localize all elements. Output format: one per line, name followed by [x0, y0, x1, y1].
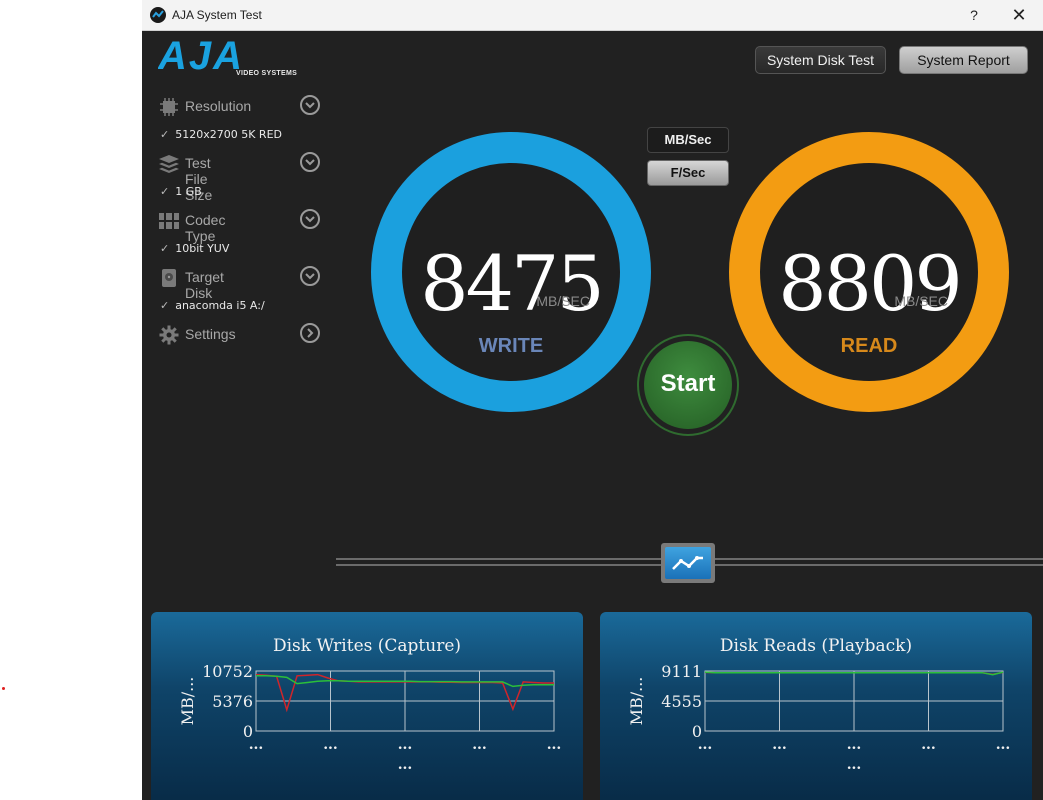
x-tick-label: ... [921, 737, 936, 753]
line-graph-icon [665, 547, 711, 579]
chip-icon [158, 97, 180, 117]
gear-icon [158, 325, 180, 345]
target-disk-value-text: anacomda i5 A:/ [175, 299, 265, 312]
f-sec-button[interactable]: F/Sec [647, 160, 729, 186]
chevron-down-icon[interactable] [300, 266, 320, 286]
resolution-value-text: 5120x2700 5K RED [175, 128, 282, 141]
y-axis-label: MB/... [627, 677, 646, 726]
window-title: AJA System Test [172, 8, 262, 22]
y-axis-label: MB/... [178, 677, 197, 726]
chevron-down-icon[interactable] [300, 152, 320, 172]
read-gauge: 8809 MB/SEC READ [729, 132, 1009, 412]
read-label: READ [840, 335, 898, 357]
stack-icon [158, 154, 180, 174]
write-label: WRITE [478, 335, 544, 357]
x-tick-label: ... [323, 737, 338, 753]
app-window: AJA System Test ? ✕ AJA VIDEO SYSTEMS Sy… [142, 0, 1043, 800]
stray-dot [2, 687, 5, 690]
mb-sec-button[interactable]: MB/Sec [647, 127, 729, 153]
y-tick-label: 9111 [661, 662, 702, 681]
test-file-size-value-text: 1 GB [175, 185, 202, 198]
read-value: 8809 [778, 239, 962, 328]
check-icon: ✓ [160, 242, 170, 255]
disk-writes-chart: 1075253760MB/..................... [178, 662, 562, 773]
y-tick-label: 4555 [661, 692, 702, 711]
check-icon: ✓ [160, 299, 170, 312]
y-tick-label: 5376 [212, 692, 253, 711]
system-report-button[interactable]: System Report [899, 46, 1028, 74]
x-tick-label: ... [249, 737, 264, 753]
x-tick-label: ... [847, 757, 862, 773]
x-tick-label: ... [398, 737, 413, 753]
aja-app-icon [150, 7, 166, 23]
disk-writes-panel: Disk Writes (Capture) 10752 5376 0 MB/.....… [151, 612, 583, 800]
menu-label-codec-type: Codec Type [185, 212, 226, 244]
drive-icon [158, 268, 180, 288]
menu-label-target-disk: Target Disk [185, 269, 224, 301]
codec-type-value-text: 10bit YUV [175, 242, 230, 255]
title-bar: AJA System Test ? ✕ [142, 0, 1043, 31]
disk-reads-panel: Disk Reads (Playback) 9111 4555 0 MB/......… [600, 612, 1032, 800]
write-unit: MB/SEC [536, 293, 590, 309]
x-tick-label: ... [472, 737, 487, 753]
chevron-down-icon[interactable] [300, 95, 320, 115]
system-disk-test-button[interactable]: System Disk Test [755, 46, 886, 74]
chevron-right-icon[interactable] [300, 323, 320, 343]
read-unit: MB/SEC [894, 293, 948, 309]
x-tick-label: ... [772, 737, 787, 753]
y-tick-label: 10752 [202, 662, 253, 681]
check-icon: ✓ [160, 185, 170, 198]
logo-text: AJA [158, 38, 244, 72]
target-disk-value: ✓ anacomda i5 A:/ [160, 299, 265, 313]
x-tick-label: ... [398, 757, 413, 773]
close-button[interactable]: ✕ [999, 3, 1039, 27]
x-tick-label: ... [698, 737, 713, 753]
x-tick-label: ... [847, 737, 862, 753]
write-gauge: 8475 MB/SEC WRITE [371, 132, 651, 412]
x-tick-label: ... [547, 737, 562, 753]
logo-subtitle: VIDEO SYSTEMS [236, 70, 298, 77]
test-file-size-value: ✓ 1 GB [160, 185, 202, 199]
help-button[interactable]: ? [954, 3, 994, 27]
disk-reads-chart: 911145550MB/..................... [627, 662, 1011, 773]
graph-toggle-button[interactable] [661, 543, 715, 583]
chevron-down-icon[interactable] [300, 209, 320, 229]
codec-type-value: ✓ 10bit YUV [160, 242, 229, 256]
menu-label-resolution: Resolution [185, 98, 252, 114]
start-button[interactable]: Start [644, 341, 732, 429]
menu-label-settings: Settings [185, 326, 236, 342]
check-icon: ✓ [160, 128, 170, 141]
resolution-value: ✓ 5120x2700 5K RED [160, 128, 282, 142]
x-tick-label: ... [996, 737, 1011, 753]
grid-icon [158, 211, 180, 231]
write-value: 8475 [420, 239, 604, 328]
